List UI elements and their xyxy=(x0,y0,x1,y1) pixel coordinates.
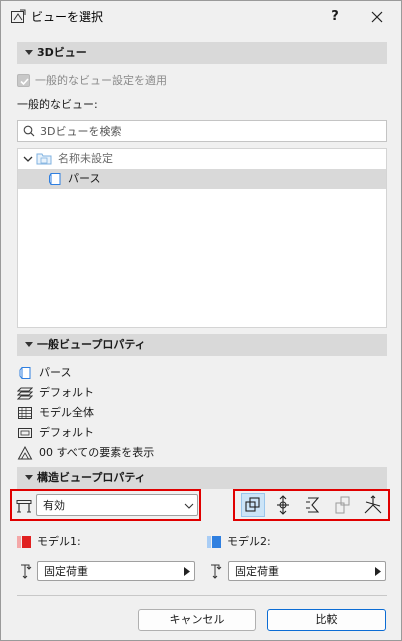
collapse-triangle-icon xyxy=(25,475,33,480)
model1-label: モデル1: xyxy=(37,535,81,548)
perspective-icon xyxy=(19,367,31,379)
tree-row-folder[interactable]: 名称未設定 xyxy=(18,149,386,169)
pen-set-icon xyxy=(18,428,32,438)
model-view-icon xyxy=(18,407,32,419)
general-prop-label: パース xyxy=(39,366,72,379)
general-prop-label: デフォルト xyxy=(39,426,94,439)
model1-color-icon xyxy=(17,536,31,548)
general-prop-label: 00 すべての要素を表示 xyxy=(39,446,155,459)
general-prop-label: デフォルト xyxy=(39,386,94,399)
supports-icon xyxy=(277,495,289,515)
model2-color-icon xyxy=(207,536,221,548)
window-title: ビューを選択 xyxy=(31,10,104,24)
model2-swatch xyxy=(212,536,221,548)
search-input[interactable] xyxy=(40,123,380,139)
local-axes-button[interactable] xyxy=(361,493,385,517)
model2-label: モデル2: xyxy=(227,535,271,548)
releases-button[interactable] xyxy=(331,493,355,517)
close-icon[interactable] xyxy=(363,6,391,28)
general-views-label: 一般的なビュー: xyxy=(17,98,98,111)
general-prop-label: モデル全体 xyxy=(39,406,94,419)
collapse-triangle-icon xyxy=(25,342,33,347)
model2-load-select[interactable]: 固定荷重 xyxy=(228,561,386,581)
select-view-dialog: ビューを選択 ? 3Dビュー 一般的なビュー設定を適用 一般的なビュー: 3Dビ… xyxy=(0,0,402,641)
search-icon xyxy=(23,125,35,137)
releases-icon xyxy=(335,496,350,514)
section-general-properties-header[interactable]: 一般ビュープロパティ xyxy=(17,334,387,356)
apply-general-view-label: 一般的なビュー設定を適用 xyxy=(35,74,167,87)
section-structural-properties-header[interactable]: 構造ビュープロパティ xyxy=(17,467,387,489)
structural-mode-select[interactable]: 有効 xyxy=(36,494,198,516)
section-3d-view-header[interactable]: 3Dビュー xyxy=(17,42,387,64)
load-case-icon xyxy=(21,564,32,579)
analytical-model-button[interactable] xyxy=(241,493,265,517)
analytical-model-icon xyxy=(245,497,260,512)
compare-button[interactable]: 比較 xyxy=(267,609,386,631)
view-search-box[interactable] xyxy=(17,120,387,142)
app-icon xyxy=(11,9,26,23)
section-label: 3Dビュー xyxy=(37,46,87,59)
model1-load-select[interactable]: 固定荷重 xyxy=(37,561,195,581)
structural-mode-highlight: 有効 xyxy=(10,489,201,521)
structural-mode-value: 有効 xyxy=(43,499,65,512)
title-bar: ビューを選択 ? xyxy=(1,1,401,33)
tree-perspective-label: パース xyxy=(68,172,101,185)
apply-general-view-checkbox[interactable] xyxy=(17,74,30,87)
cancel-button[interactable]: キャンセル xyxy=(138,609,256,631)
loads-icon xyxy=(306,497,320,513)
load-case-icon xyxy=(211,564,222,579)
section-label: 一般ビュープロパティ xyxy=(37,338,146,351)
supports-button[interactable] xyxy=(271,493,295,517)
structural-display-icon xyxy=(17,445,33,460)
model1-swatch xyxy=(22,536,31,548)
checkmark-icon xyxy=(20,78,29,86)
chevron-right-icon xyxy=(375,567,381,576)
chevron-down-icon[interactable] xyxy=(22,153,34,165)
chevron-right-icon xyxy=(184,567,190,576)
view-tree: 名称未設定 パース xyxy=(17,148,387,328)
loads-button[interactable] xyxy=(301,493,325,517)
structural-toolbar-highlight xyxy=(233,489,390,521)
folder-icon xyxy=(36,153,52,165)
section-label: 構造ビュープロパティ xyxy=(37,471,146,484)
perspective-view-icon xyxy=(49,173,61,185)
footer-divider xyxy=(17,595,387,596)
model1-load-value: 固定荷重 xyxy=(44,565,88,578)
model2-load-value: 固定荷重 xyxy=(235,565,279,578)
layer-combination-icon xyxy=(17,387,33,400)
collapse-triangle-icon xyxy=(25,50,33,55)
tree-folder-label: 名称未設定 xyxy=(58,152,113,165)
tree-row-perspective[interactable]: パース xyxy=(18,169,386,189)
structural-mode-icon xyxy=(16,500,32,513)
help-button[interactable]: ? xyxy=(321,6,349,28)
local-axes-icon xyxy=(364,495,382,514)
chevron-down-icon xyxy=(184,503,194,509)
